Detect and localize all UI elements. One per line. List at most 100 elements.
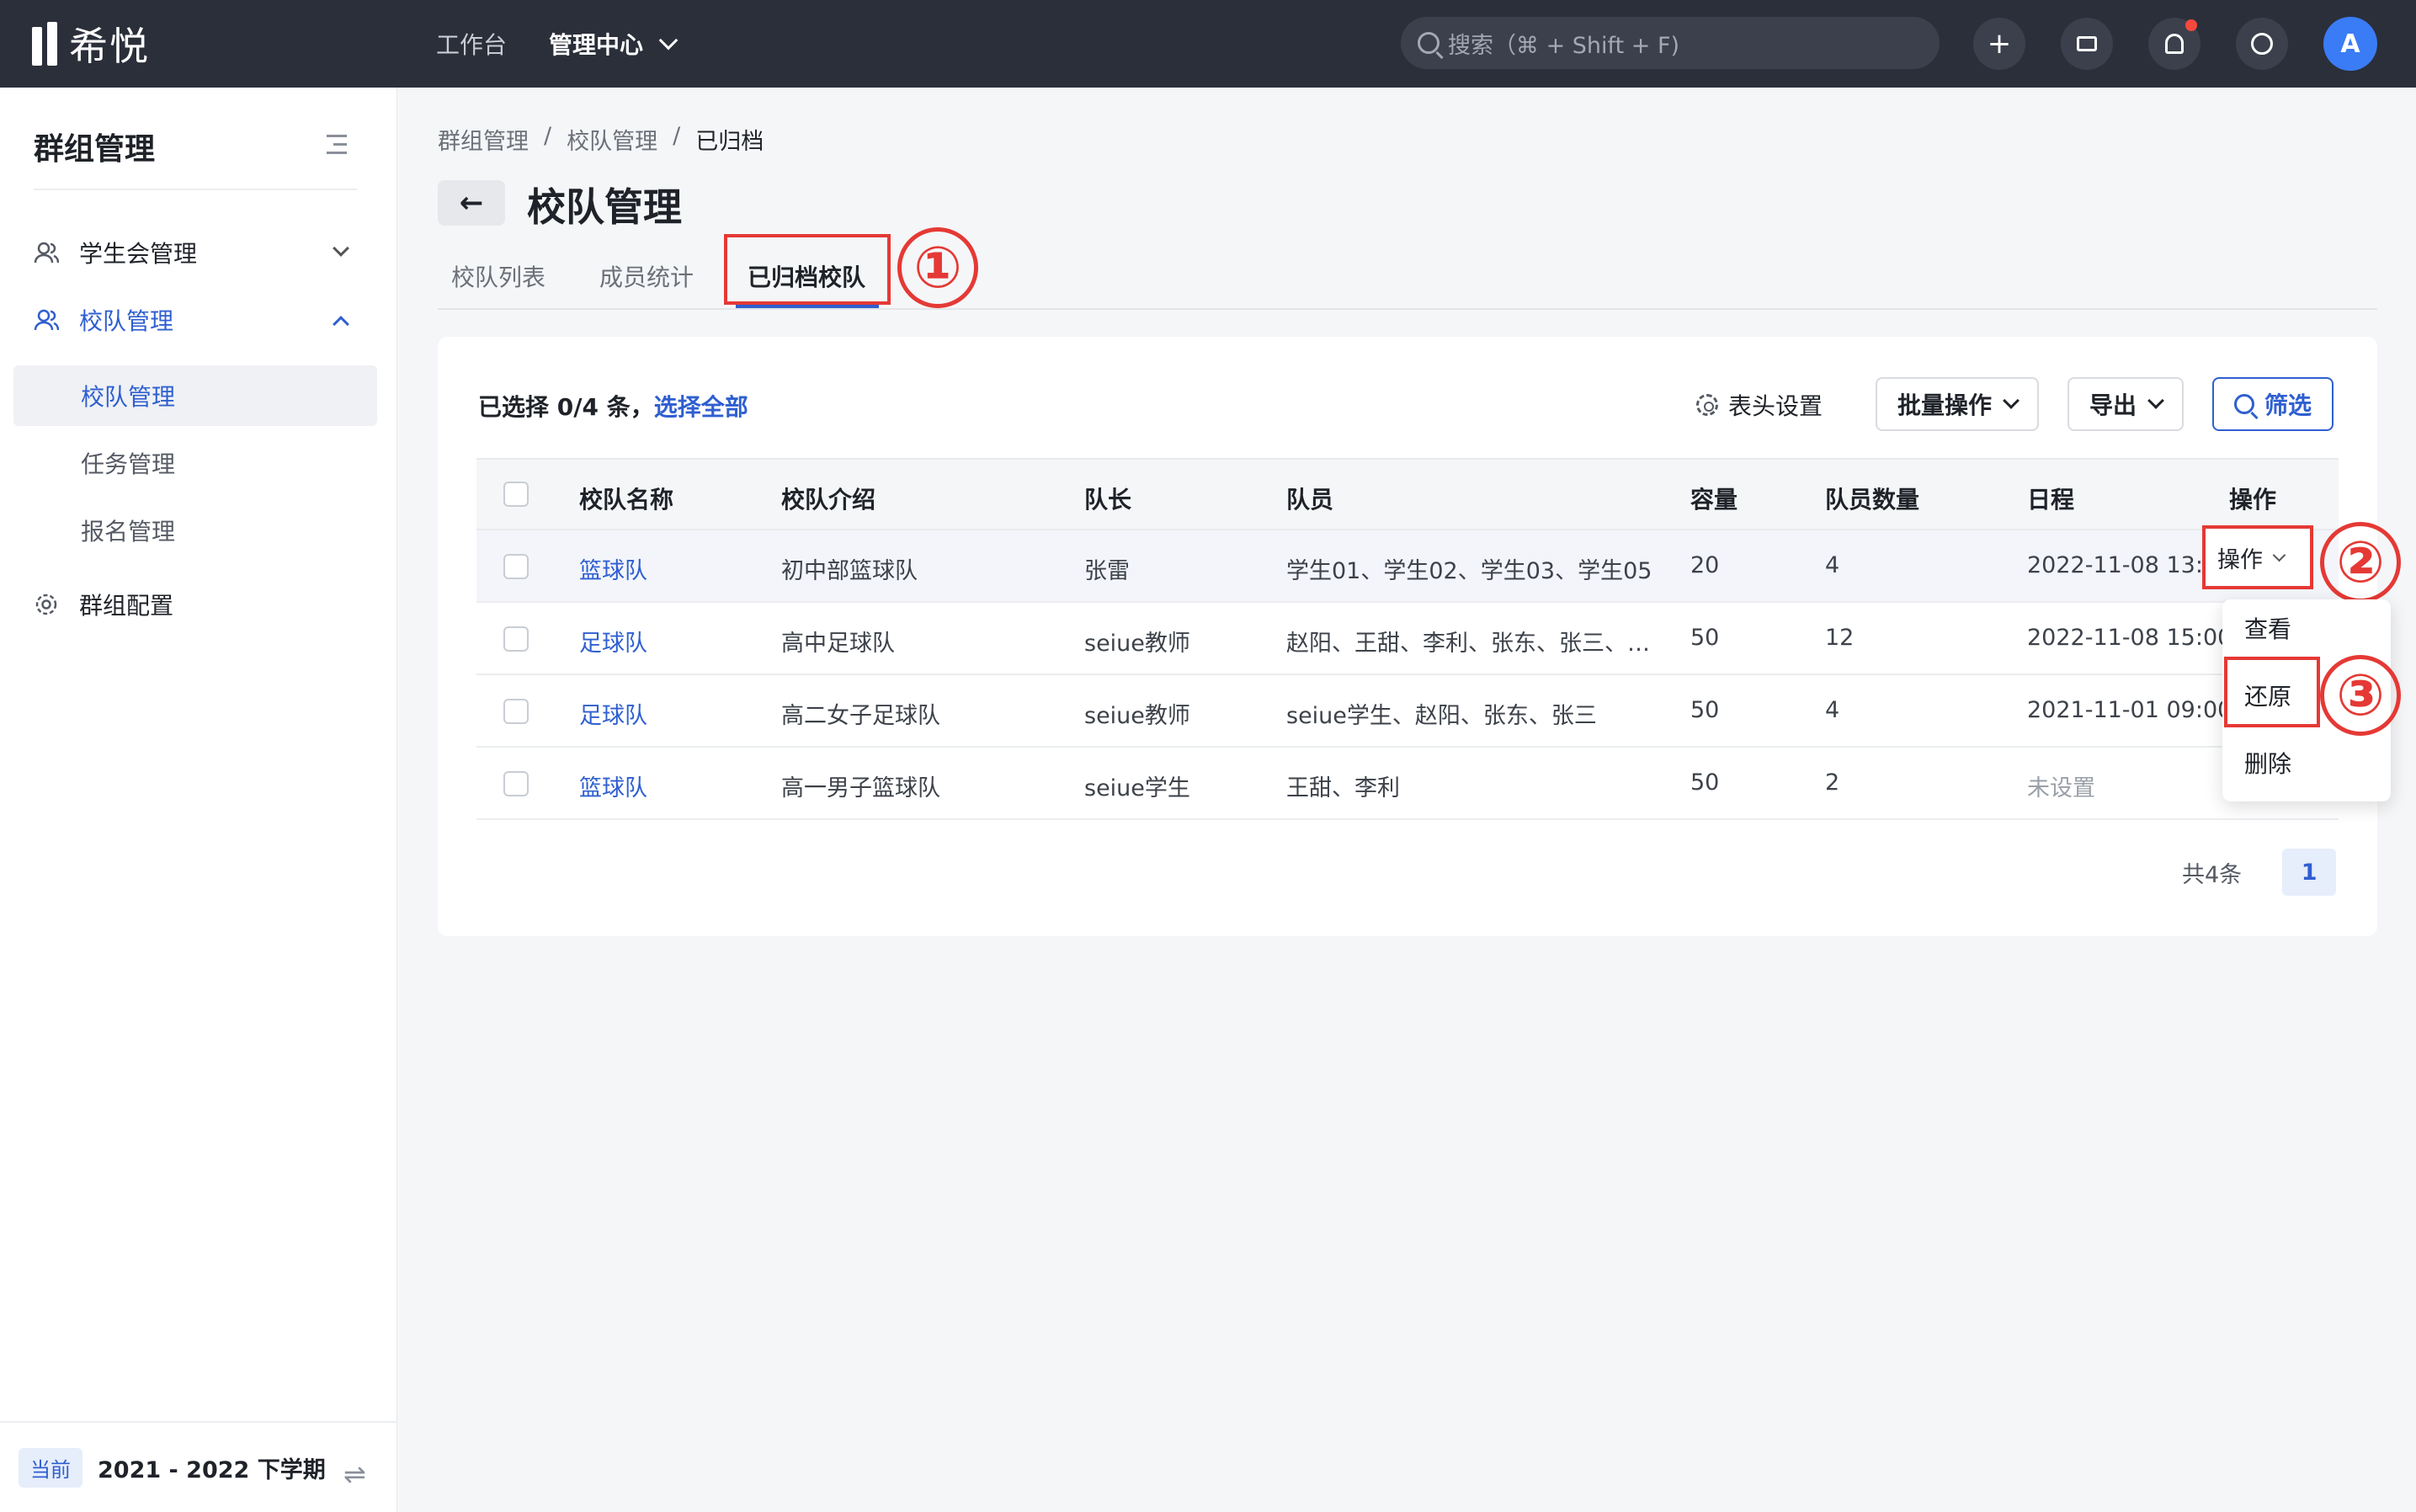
header-settings-label: 表头设置 bbox=[1728, 392, 1823, 420]
column-header-capacity[interactable]: 容量 bbox=[1690, 482, 1737, 515]
breadcrumb: 群组管理 / 校队管理 / 已归档 bbox=[438, 123, 779, 156]
row-checkbox[interactable] bbox=[503, 626, 529, 652]
team-name-link[interactable]: 篮球队 bbox=[579, 552, 647, 585]
team-schedule: 2022-11-08 15:00 bbox=[2027, 625, 2232, 651]
term-selector[interactable]: 当前 2021 - 2022 下学期 ⇌ bbox=[0, 1421, 397, 1512]
pagination-total: 共4条 bbox=[2182, 861, 2243, 888]
breadcrumb-separator: / bbox=[673, 123, 681, 149]
team-name-link[interactable]: 足球队 bbox=[579, 697, 647, 730]
user-avatar[interactable]: A bbox=[2323, 17, 2377, 71]
batch-operations-button[interactable]: 批量操作 bbox=[1876, 377, 2040, 431]
page-number-button[interactable]: 1 bbox=[2282, 849, 2337, 896]
tab-member-stats[interactable]: 成员统计 bbox=[599, 259, 694, 293]
column-header-name[interactable]: 校队名称 bbox=[579, 482, 673, 515]
breadcrumb-current: 已归档 bbox=[695, 129, 764, 155]
table-row[interactable]: 篮球队 高一男子篮球队 seiue学生 王甜、李利 50 2 未设置 bbox=[476, 748, 2339, 820]
collapse-sidebar-icon[interactable] bbox=[323, 135, 347, 155]
switch-icon[interactable]: ⇌ bbox=[343, 1458, 366, 1490]
gear-icon bbox=[1696, 394, 1718, 416]
team-captain: seiue教师 bbox=[1084, 631, 1190, 657]
selection-info: 已选择 0/4 条，选择全部 bbox=[478, 389, 748, 423]
column-header-intro[interactable]: 校队介绍 bbox=[781, 482, 875, 515]
chevron-down-icon bbox=[333, 240, 349, 257]
team-capacity: 50 bbox=[1690, 625, 1720, 651]
plus-icon: + bbox=[1987, 27, 2012, 61]
team-members: seiue学生、赵阳、张东、张三 bbox=[1286, 703, 1597, 729]
team-capacity: 20 bbox=[1690, 552, 1720, 578]
chevron-down-icon bbox=[2147, 392, 2164, 409]
arrow-left-icon: ← bbox=[459, 186, 484, 220]
column-header-schedule[interactable]: 日程 bbox=[2027, 482, 2074, 515]
column-header-members[interactable]: 队员 bbox=[1286, 482, 1333, 515]
tab-team-list[interactable]: 校队列表 bbox=[451, 259, 545, 293]
chevron-down-icon bbox=[2272, 548, 2286, 562]
row-checkbox[interactable] bbox=[503, 554, 529, 579]
support-button[interactable] bbox=[2236, 18, 2288, 70]
sidebar: 群组管理 学生会管理 校队管理 校队管理 任务管理 报名管理 群组配置 当前 2… bbox=[0, 88, 397, 1512]
sidebar-item-student-union[interactable]: 学生会管理 bbox=[34, 227, 364, 278]
column-header-actions: 操作 bbox=[2229, 486, 2277, 514]
table-header: 校队名称 校队介绍 队长 队员 容量 队员数量 日程 操作 bbox=[476, 458, 2339, 530]
table-row[interactable]: 足球队 高中足球队 seiue教师 赵阳、王甜、李利、张东、张三、… 50 12… bbox=[476, 603, 2339, 675]
chevron-down-icon bbox=[2003, 392, 2020, 409]
team-schedule: 未设置 bbox=[2027, 775, 2095, 801]
chevron-down-icon bbox=[658, 30, 679, 51]
team-intro: 高中足球队 bbox=[781, 631, 895, 657]
team-intro: 高一男子篮球队 bbox=[781, 775, 940, 801]
breadcrumb-separator: / bbox=[544, 123, 552, 149]
header-settings-button[interactable]: 表头设置 bbox=[1696, 379, 1823, 431]
sidebar-subitem-team-management[interactable]: 校队管理 bbox=[13, 365, 377, 426]
row-checkbox[interactable] bbox=[503, 771, 529, 796]
notification-dot bbox=[2185, 19, 2197, 31]
sidebar-subitem-signup-management[interactable]: 报名管理 bbox=[13, 500, 377, 561]
message-button[interactable] bbox=[2061, 18, 2113, 70]
selection-count: 已选择 0/4 条， bbox=[478, 393, 654, 421]
sidebar-subitem-task-management[interactable]: 任务管理 bbox=[13, 433, 377, 493]
app-logo[interactable]: 希悦 bbox=[32, 19, 150, 69]
team-member-count: 4 bbox=[1825, 697, 1840, 723]
sidebar-item-label: 校队管理 bbox=[79, 307, 174, 335]
table-card: 已选择 0/4 条，选择全部 表头设置 批量操作 导出 筛选 校队名称 校队介绍… bbox=[438, 337, 2377, 936]
annotation-marker-3: ③ bbox=[2320, 655, 2401, 736]
table-row[interactable]: 足球队 高二女子足球队 seiue教师 seiue学生、赵阳、张东、张三 50 … bbox=[476, 675, 2339, 748]
row-checkbox[interactable] bbox=[503, 699, 529, 724]
menu-item-delete[interactable]: 删除 bbox=[2244, 746, 2291, 780]
team-members: 学生01、学生02、学生03、学生05 bbox=[1286, 558, 1652, 584]
team-member-count: 2 bbox=[1825, 769, 1840, 796]
column-header-captain[interactable]: 队长 bbox=[1084, 482, 1131, 515]
page-title: 校队管理 bbox=[527, 184, 682, 230]
team-schedule: 2021-11-01 09:00 bbox=[2027, 697, 2232, 723]
active-tab-indicator bbox=[736, 305, 879, 308]
team-name-link[interactable]: 篮球队 bbox=[579, 769, 647, 802]
users-icon bbox=[34, 307, 60, 333]
row-action-label: 操作 bbox=[2217, 546, 2263, 573]
breadcrumb-item[interactable]: 校队管理 bbox=[567, 123, 657, 156]
table-row[interactable]: 篮球队 初中部篮球队 张雷 学生01、学生02、学生03、学生05 20 4 2… bbox=[476, 530, 2339, 603]
team-name-link[interactable]: 足球队 bbox=[579, 625, 647, 658]
breadcrumb-item[interactable]: 群组管理 bbox=[438, 123, 529, 156]
support-icon bbox=[2251, 33, 2273, 55]
message-icon bbox=[2077, 36, 2097, 51]
row-action-dropdown[interactable]: 操作 bbox=[2202, 525, 2313, 589]
filter-button[interactable]: 筛选 bbox=[2212, 377, 2334, 431]
menu-item-view[interactable]: 查看 bbox=[2244, 611, 2291, 645]
sidebar-item-label: 学生会管理 bbox=[79, 240, 198, 268]
global-search-input[interactable]: 搜索（⌘ + Shift + F) bbox=[1401, 17, 1940, 69]
export-button[interactable]: 导出 bbox=[2067, 377, 2185, 431]
search-icon bbox=[2234, 394, 2254, 414]
topnav-admin-center[interactable]: 管理中心 bbox=[549, 27, 679, 61]
select-all-checkbox[interactable] bbox=[503, 482, 529, 507]
sidebar-item-group-config[interactable]: 群组配置 bbox=[34, 579, 364, 630]
current-term: 2021 - 2022 下学期 bbox=[98, 1456, 326, 1483]
team-schedule: 2022-11-08 13:00 bbox=[2027, 552, 2232, 578]
select-all-link[interactable]: 选择全部 bbox=[654, 393, 748, 421]
pagination: 共4条 1 bbox=[2182, 849, 2337, 896]
plus-button[interactable]: + bbox=[1973, 18, 2025, 70]
sidebar-item-team-management[interactable]: 校队管理 bbox=[34, 295, 364, 345]
back-button[interactable]: ← bbox=[438, 180, 505, 226]
column-header-member-count[interactable]: 队员数量 bbox=[1825, 482, 1919, 515]
annotation-marker-1: ① bbox=[897, 227, 978, 308]
topnav-workbench[interactable]: 工作台 bbox=[436, 27, 507, 61]
notification-button[interactable] bbox=[2148, 18, 2200, 70]
team-intro: 初中部篮球队 bbox=[781, 558, 918, 584]
